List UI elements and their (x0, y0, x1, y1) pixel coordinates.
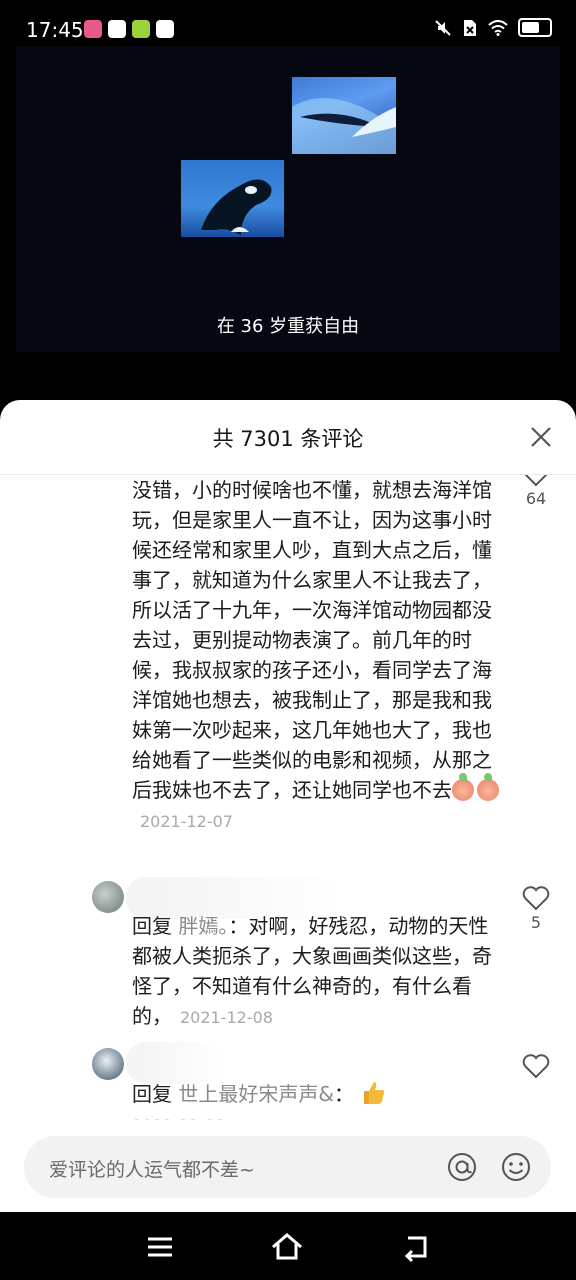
comment-input[interactable]: 爱评论的人运气都不差~ (24, 1136, 551, 1198)
avatar[interactable] (92, 1048, 124, 1080)
comment-input-area: 爱评论的人运气都不差~ (0, 1120, 576, 1212)
navigation-bar (0, 1212, 576, 1280)
home-icon[interactable] (270, 1230, 304, 1264)
peach-emoji-icon (477, 773, 499, 801)
comment-body: 回复 世上最好宋声声&： 2021-12-08 (132, 1079, 502, 1120)
thumbs-up-emoji-icon (364, 1082, 385, 1104)
comment-text: ： (333, 1082, 354, 1106)
reply-to-username[interactable]: 胖嫣。 (178, 914, 228, 938)
wifi-icon (488, 19, 508, 36)
video-player[interactable]: 在 36 岁重获自由 (16, 46, 560, 352)
reply-prefix: 回复 (132, 1082, 172, 1106)
status-right-icons (434, 18, 552, 37)
peach-emoji-icon (452, 773, 474, 801)
comments-list[interactable]: 没错，小的时候啥也不懂，就想去海洋馆玩，但是家里人一直不让，因为这事小时候还经常… (0, 475, 576, 1120)
video-subtitle: 在 36 岁重获自由 (216, 316, 360, 337)
avatar[interactable] (92, 881, 124, 913)
mute-icon (435, 19, 451, 36)
username-redacted[interactable] (126, 1042, 226, 1084)
like-button[interactable] (516, 1053, 556, 1079)
battery-icon (518, 18, 552, 37)
like-count: 5 (530, 913, 542, 932)
heart-icon (522, 886, 550, 911)
at-mention-icon[interactable] (445, 1150, 479, 1184)
status-time: 17:45 (26, 18, 84, 42)
no-sim-icon (464, 19, 476, 36)
like-count: 64 (525, 489, 547, 508)
video-thumbnail-orca (181, 160, 284, 237)
comments-count-title: 共 7301 条评论 (212, 427, 364, 451)
video-thumbnail-whale-eye (292, 77, 396, 154)
reply-to-username[interactable]: 世上最好宋声声& (178, 1082, 334, 1106)
menu-icon[interactable] (143, 1230, 177, 1264)
app-notification-icon (84, 20, 102, 38)
app-notification-icon (108, 20, 126, 38)
comments-header: 共 7301 条评论 (0, 400, 576, 475)
comments-sheet: 共 7301 条评论 没错，小的时候啥也不懂，就想去海洋馆玩，但是家里人一直不让… (0, 400, 576, 1212)
emoji-icon[interactable] (499, 1150, 533, 1184)
heart-icon (522, 1054, 550, 1079)
comment-body: 回复 胖嫣。：对啊，好残忍，动物的天性都被人类扼杀了，大象画画类似这些，奇怪了，… (132, 911, 502, 1033)
comment-date: 2021-12-07 (140, 812, 233, 831)
like-button[interactable]: 64 (516, 475, 556, 508)
close-icon[interactable] (526, 422, 556, 452)
comment-date: 2021-12-08 (180, 1008, 273, 1027)
app-notification-icon (132, 20, 150, 38)
app-notification-icon (156, 20, 174, 38)
like-button[interactable]: 5 (516, 885, 556, 932)
back-icon[interactable] (399, 1230, 433, 1264)
comment-text: 没错，小的时候啥也不懂，就想去海洋馆玩，但是家里人一直不让，因为这事小时候还经常… (132, 478, 492, 802)
reply-prefix: 回复 (132, 914, 172, 938)
comment-input-placeholder: 爱评论的人运气都不差~ (49, 1159, 255, 1181)
heart-icon (524, 475, 548, 487)
comment-body: 没错，小的时候啥也不懂，就想去海洋馆玩，但是家里人一直不让，因为这事小时候还经常… (132, 475, 502, 837)
notification-icons (84, 20, 174, 38)
